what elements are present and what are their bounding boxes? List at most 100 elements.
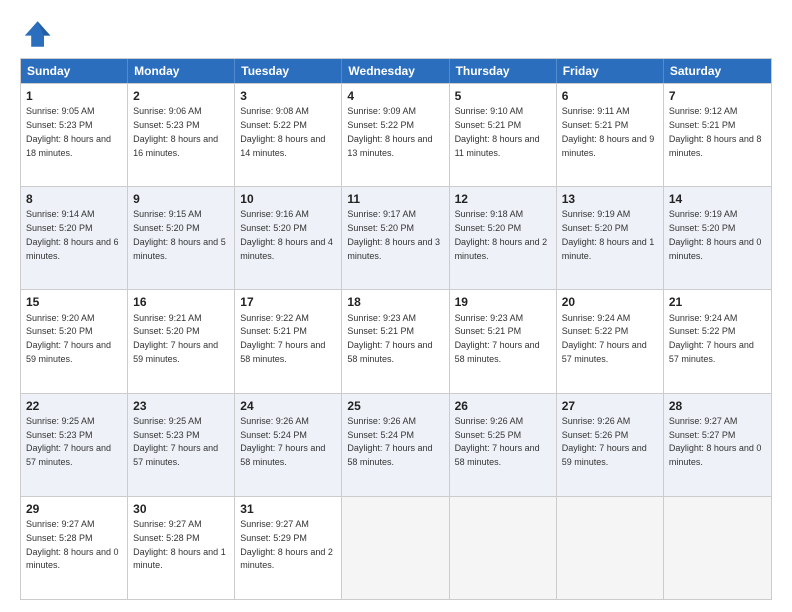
- calendar-cell: [664, 497, 771, 599]
- calendar-cell: 21Sunrise: 9:24 AMSunset: 5:22 PMDayligh…: [664, 290, 771, 392]
- calendar-cell: 13 Sunrise: 9:19 AMSunset: 5:20 PMDayligh…: [557, 187, 664, 289]
- day-number: 14: [669, 191, 766, 207]
- cell-info: Sunrise: 9:05 AMSunset: 5:23 PMDaylight:…: [26, 106, 111, 157]
- cell-info: Sunrise: 9:27 AMSunset: 5:29 PMDaylight:…: [240, 519, 333, 570]
- header: [20, 18, 772, 50]
- day-number: 16: [133, 294, 229, 310]
- day-number: 5: [455, 88, 551, 104]
- day-number: 7: [669, 88, 766, 104]
- day-number: 9: [133, 191, 229, 207]
- calendar-cell: 24Sunrise: 9:26 AMSunset: 5:24 PMDayligh…: [235, 394, 342, 496]
- cell-info: Sunrise: 9:27 AMSunset: 5:28 PMDaylight:…: [26, 519, 119, 570]
- header-day-monday: Monday: [128, 59, 235, 83]
- calendar: SundayMondayTuesdayWednesdayThursdayFrid…: [20, 58, 772, 600]
- calendar-cell: 4 Sunrise: 9:09 AMSunset: 5:22 PMDaylight…: [342, 84, 449, 186]
- cell-info: Sunrise: 9:11 AMSunset: 5:21 PMDaylight:…: [562, 106, 655, 157]
- calendar-cell: 15 Sunrise: 9:20 AMSunset: 5:20 PMDayligh…: [21, 290, 128, 392]
- header-day-friday: Friday: [557, 59, 664, 83]
- calendar-cell: 28Sunrise: 9:27 AMSunset: 5:27 PMDayligh…: [664, 394, 771, 496]
- calendar-cell: 23 Sunrise: 9:25 AMSunset: 5:23 PMDayligh…: [128, 394, 235, 496]
- calendar-cell: 12 Sunrise: 9:18 AMSunset: 5:20 PMDayligh…: [450, 187, 557, 289]
- calendar-cell: 5 Sunrise: 9:10 AMSunset: 5:21 PMDaylight…: [450, 84, 557, 186]
- calendar-cell: 30Sunrise: 9:27 AMSunset: 5:28 PMDayligh…: [128, 497, 235, 599]
- cell-info: Sunrise: 9:21 AMSunset: 5:20 PMDaylight:…: [133, 313, 218, 364]
- cell-info: Sunrise: 9:23 AMSunset: 5:21 PMDaylight:…: [347, 313, 432, 364]
- header-day-thursday: Thursday: [450, 59, 557, 83]
- day-number: 25: [347, 398, 443, 414]
- day-number: 12: [455, 191, 551, 207]
- cell-info: Sunrise: 9:08 AMSunset: 5:22 PMDaylight:…: [240, 106, 325, 157]
- calendar-cell: [557, 497, 664, 599]
- calendar-cell: [342, 497, 449, 599]
- calendar-cell: 27 Sunrise: 9:26 AMSunset: 5:26 PMDayligh…: [557, 394, 664, 496]
- day-number: 31: [240, 501, 336, 517]
- calendar-row-1: 8 Sunrise: 9:14 AMSunset: 5:20 PMDaylight…: [21, 186, 771, 289]
- cell-info: Sunrise: 9:23 AMSunset: 5:21 PMDaylight:…: [455, 313, 540, 364]
- calendar-cell: 18 Sunrise: 9:23 AMSunset: 5:21 PMDayligh…: [342, 290, 449, 392]
- calendar-cell: 17 Sunrise: 9:22 AMSunset: 5:21 PMDayligh…: [235, 290, 342, 392]
- calendar-row-4: 29 Sunrise: 9:27 AMSunset: 5:28 PMDayligh…: [21, 496, 771, 599]
- calendar-cell: 26 Sunrise: 9:26 AMSunset: 5:25 PMDayligh…: [450, 394, 557, 496]
- cell-info: Sunrise: 9:25 AMSunset: 5:23 PMDaylight:…: [26, 416, 111, 467]
- day-number: 1: [26, 88, 122, 104]
- cell-info: Sunrise: 9:15 AMSunset: 5:20 PMDaylight:…: [133, 209, 226, 260]
- calendar-page: SundayMondayTuesdayWednesdayThursdayFrid…: [0, 0, 792, 612]
- cell-info: Sunrise: 9:09 AMSunset: 5:22 PMDaylight:…: [347, 106, 432, 157]
- day-number: 29: [26, 501, 122, 517]
- logo: [20, 18, 56, 50]
- cell-info: Sunrise: 9:25 AMSunset: 5:23 PMDaylight:…: [133, 416, 218, 467]
- day-number: 22: [26, 398, 122, 414]
- calendar-cell: 31 Sunrise: 9:27 AMSunset: 5:29 PMDayligh…: [235, 497, 342, 599]
- cell-info: Sunrise: 9:17 AMSunset: 5:20 PMDaylight:…: [347, 209, 440, 260]
- day-number: 18: [347, 294, 443, 310]
- cell-info: Sunrise: 9:20 AMSunset: 5:20 PMDaylight:…: [26, 313, 111, 364]
- day-number: 26: [455, 398, 551, 414]
- day-number: 19: [455, 294, 551, 310]
- calendar-row-0: 1 Sunrise: 9:05 AMSunset: 5:23 PMDaylight…: [21, 83, 771, 186]
- cell-info: Sunrise: 9:14 AMSunset: 5:20 PMDaylight:…: [26, 209, 119, 260]
- calendar-body: 1 Sunrise: 9:05 AMSunset: 5:23 PMDaylight…: [21, 83, 771, 599]
- calendar-cell: 14Sunrise: 9:19 AMSunset: 5:20 PMDayligh…: [664, 187, 771, 289]
- header-day-saturday: Saturday: [664, 59, 771, 83]
- calendar-cell: 10 Sunrise: 9:16 AMSunset: 5:20 PMDayligh…: [235, 187, 342, 289]
- day-number: 28: [669, 398, 766, 414]
- header-day-tuesday: Tuesday: [235, 59, 342, 83]
- calendar-cell: 6 Sunrise: 9:11 AMSunset: 5:21 PMDaylight…: [557, 84, 664, 186]
- calendar-cell: 19 Sunrise: 9:23 AMSunset: 5:21 PMDayligh…: [450, 290, 557, 392]
- calendar-cell: 16 Sunrise: 9:21 AMSunset: 5:20 PMDayligh…: [128, 290, 235, 392]
- cell-info: Sunrise: 9:06 AMSunset: 5:23 PMDaylight:…: [133, 106, 218, 157]
- calendar-cell: 22 Sunrise: 9:25 AMSunset: 5:23 PMDayligh…: [21, 394, 128, 496]
- cell-info: Sunrise: 9:16 AMSunset: 5:20 PMDaylight:…: [240, 209, 333, 260]
- calendar-cell: 11 Sunrise: 9:17 AMSunset: 5:20 PMDayligh…: [342, 187, 449, 289]
- day-number: 15: [26, 294, 122, 310]
- day-number: 13: [562, 191, 658, 207]
- header-day-sunday: Sunday: [21, 59, 128, 83]
- cell-info: Sunrise: 9:18 AMSunset: 5:20 PMDaylight:…: [455, 209, 548, 260]
- calendar-cell: 20Sunrise: 9:24 AMSunset: 5:22 PMDayligh…: [557, 290, 664, 392]
- cell-info: Sunrise: 9:26 AMSunset: 5:24 PMDaylight:…: [240, 416, 325, 467]
- day-number: 10: [240, 191, 336, 207]
- cell-info: Sunrise: 9:26 AMSunset: 5:25 PMDaylight:…: [455, 416, 540, 467]
- day-number: 20: [562, 294, 658, 310]
- cell-info: Sunrise: 9:22 AMSunset: 5:21 PMDaylight:…: [240, 313, 325, 364]
- cell-info: Sunrise: 9:26 AMSunset: 5:24 PMDaylight:…: [347, 416, 432, 467]
- day-number: 8: [26, 191, 122, 207]
- day-number: 23: [133, 398, 229, 414]
- calendar-cell: 1 Sunrise: 9:05 AMSunset: 5:23 PMDaylight…: [21, 84, 128, 186]
- cell-info: Sunrise: 9:10 AMSunset: 5:21 PMDaylight:…: [455, 106, 540, 157]
- day-number: 2: [133, 88, 229, 104]
- day-number: 30: [133, 501, 229, 517]
- calendar-cell: 9 Sunrise: 9:15 AMSunset: 5:20 PMDaylight…: [128, 187, 235, 289]
- calendar-cell: [450, 497, 557, 599]
- day-number: 17: [240, 294, 336, 310]
- calendar-cell: 29 Sunrise: 9:27 AMSunset: 5:28 PMDayligh…: [21, 497, 128, 599]
- day-number: 6: [562, 88, 658, 104]
- cell-info: Sunrise: 9:24 AMSunset: 5:22 PMDaylight:…: [669, 313, 754, 364]
- day-number: 11: [347, 191, 443, 207]
- day-number: 27: [562, 398, 658, 414]
- cell-info: Sunrise: 9:19 AMSunset: 5:20 PMDaylight:…: [562, 209, 655, 260]
- day-number: 3: [240, 88, 336, 104]
- cell-info: Sunrise: 9:12 AMSunset: 5:21 PMDaylight:…: [669, 106, 762, 157]
- day-number: 4: [347, 88, 443, 104]
- cell-info: Sunrise: 9:26 AMSunset: 5:26 PMDaylight:…: [562, 416, 647, 467]
